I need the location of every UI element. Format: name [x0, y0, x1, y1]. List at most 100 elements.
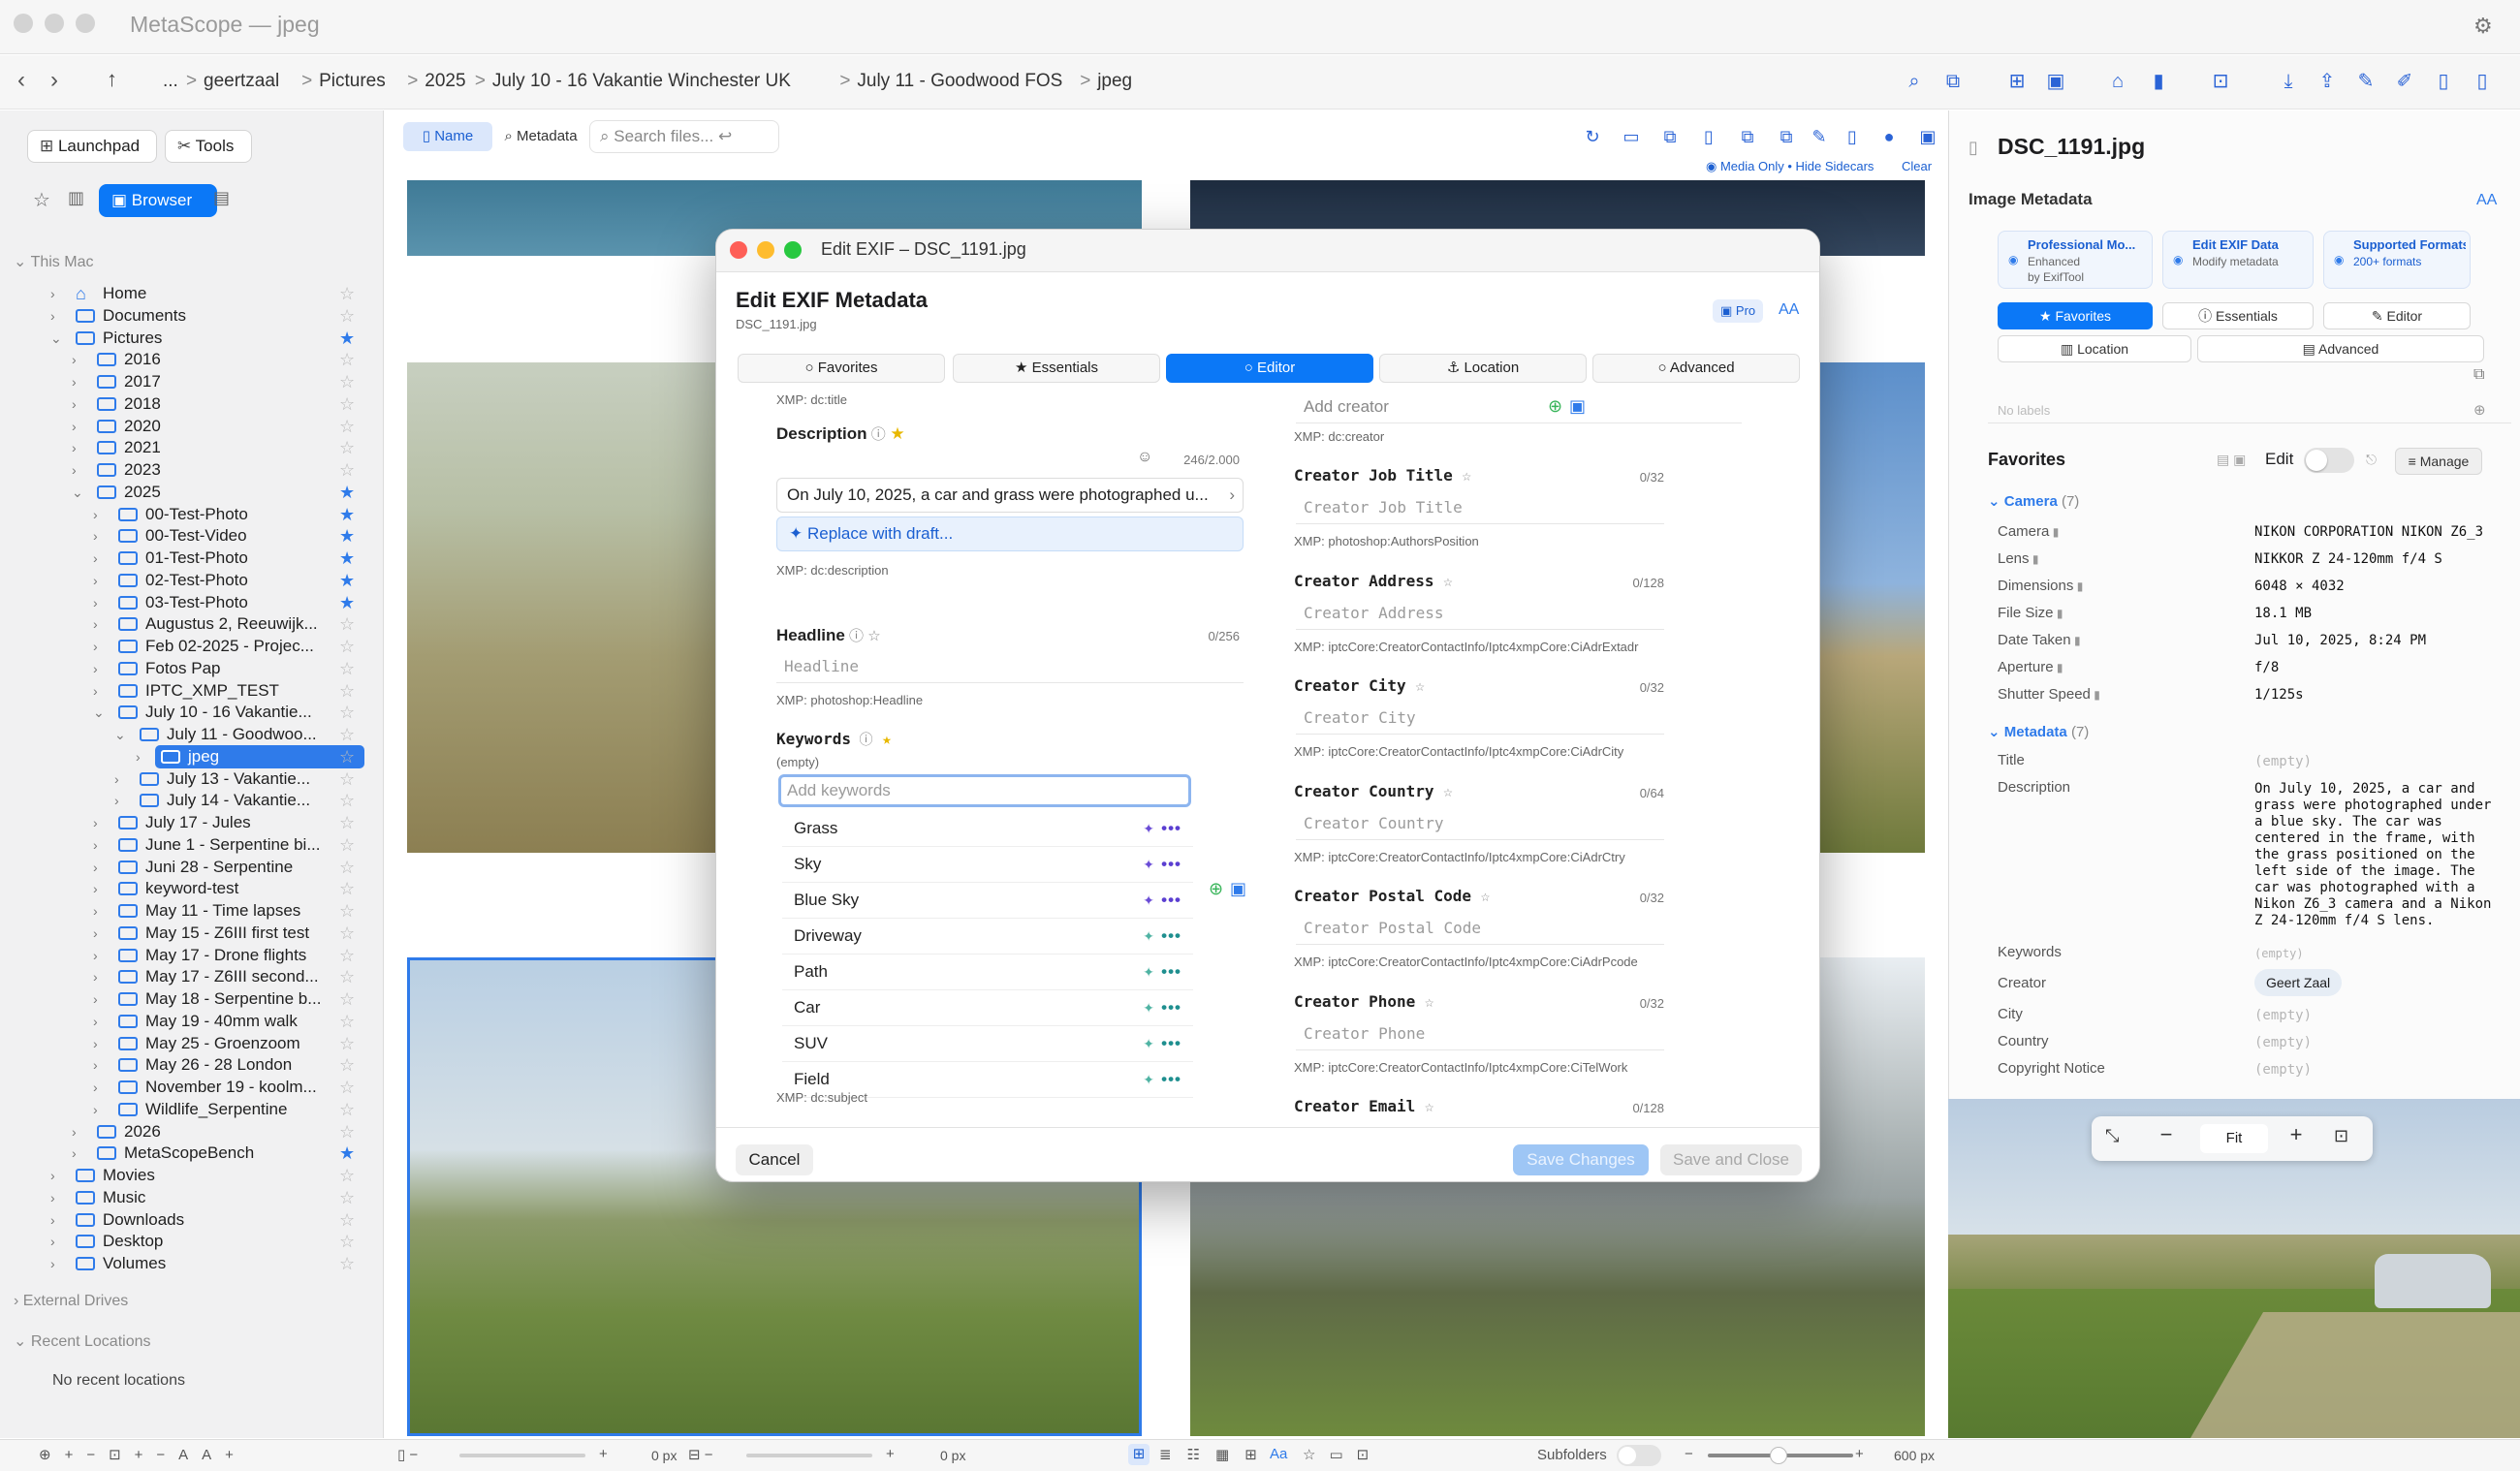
sidebar-item[interactable]: ⌄ July 10 - 16 Vakantie... ☆: [0, 702, 380, 723]
close-window-button[interactable]: [14, 14, 33, 33]
favorite-star-icon[interactable]: ☆: [339, 988, 355, 1010]
export-icon[interactable]: ⊡: [2208, 69, 2233, 94]
dialog-tab-location[interactable]: ⚓ Location: [1379, 354, 1587, 383]
chevron-right-icon[interactable]: ›: [72, 349, 77, 370]
fit-button[interactable]: Fit: [2200, 1124, 2268, 1153]
inspector-tab-editor[interactable]: ✎ Editor: [2323, 302, 2471, 329]
breadcrumb-item[interactable]: jpeg: [1097, 71, 1132, 92]
copy-icon[interactable]: ⧉: [1657, 124, 1683, 149]
favorite-star-icon[interactable]: ★: [339, 482, 355, 503]
zoom-out-icon[interactable]: −: [1685, 1446, 1693, 1462]
chevron-right-icon[interactable]: ›: [93, 834, 98, 856]
favorite-star-icon[interactable]: ★: [339, 1142, 355, 1164]
chevron-right-icon[interactable]: ›: [93, 525, 98, 547]
sidebar-item[interactable]: › 01-Test-Photo ★: [0, 548, 380, 569]
favorite-star-icon[interactable]: ☆: [339, 1011, 355, 1032]
favorite-star-icon[interactable]: ☆: [339, 812, 355, 833]
favorite-star-icon[interactable]: ☆: [339, 1054, 355, 1076]
description-field[interactable]: On July 10, 2025, a car and grass were p…: [776, 478, 1244, 513]
dialog-scroll-area[interactable]: XMP: dc:title Description ⓘ ★ ☺ 246/2.000 On…: [716, 389, 1819, 1125]
favorite-star-icon[interactable]: ☆: [339, 923, 355, 944]
chevron-right-icon[interactable]: ›: [50, 1209, 55, 1231]
view-mode-icons[interactable]: ≣☷▦⊞: [1159, 1446, 1273, 1463]
favorite-star-icon[interactable]: ☆: [339, 1165, 355, 1186]
chevron-down-icon[interactable]: ⌄: [114, 724, 126, 745]
keyword-suggestion[interactable]: Sky ✦ •••: [782, 847, 1193, 883]
chevron-right-icon[interactable]: ›: [50, 1165, 55, 1186]
sidebar-item[interactable]: › Augustus 2, Reeuwijk... ☆: [0, 613, 380, 635]
sidebar-item[interactable]: › May 11 - Time lapses ☆: [0, 900, 380, 922]
duplicate-icon[interactable]: ⧉: [1940, 69, 1966, 94]
sidebar-item[interactable]: › MetaScopeBench ★: [0, 1142, 380, 1164]
sort-name-button[interactable]: ▯ Name: [403, 122, 492, 151]
list-icon[interactable]: ▤ ▣: [2217, 452, 2246, 468]
font-icon[interactable]: Aa: [1270, 1446, 1287, 1462]
layout-icon[interactable]: ▣: [1915, 124, 1940, 149]
sidebar-item[interactable]: › Feb 02-2025 - Projec... ☆: [0, 636, 380, 657]
favorite-star-icon[interactable]: ☆: [339, 283, 355, 304]
keyword-suggestion[interactable]: Car ✦ •••: [782, 990, 1193, 1026]
chevron-right-icon[interactable]: ›: [72, 1142, 77, 1164]
chevron-right-icon[interactable]: ›: [93, 680, 98, 702]
more-icon[interactable]: •••: [1161, 847, 1181, 882]
chevron-right-icon[interactable]: ›: [93, 988, 98, 1010]
favorite-star-icon[interactable]: ★: [339, 328, 355, 349]
favorite-star-icon[interactable]: ☆: [339, 1253, 355, 1274]
sidebar-item[interactable]: › Juni 28 - Serpentine ☆: [0, 857, 380, 878]
favorite-star-icon[interactable]: ☆: [339, 1099, 355, 1120]
sidebar-item[interactable]: › Downloads ☆: [0, 1209, 380, 1231]
sidebar-item[interactable]: › 2016 ☆: [0, 349, 380, 370]
subfolders-toggle[interactable]: [1617, 1445, 1661, 1466]
add-icon[interactable]: ⊕: [1209, 879, 1223, 899]
chevron-right-icon[interactable]: ›: [93, 945, 98, 966]
sidebar-item[interactable]: › Desktop ☆: [0, 1231, 380, 1252]
favorite-star-icon[interactable]: ★: [339, 592, 355, 613]
more-icon[interactable]: •••: [1161, 990, 1181, 1025]
chevron-right-icon[interactable]: ›: [93, 1011, 98, 1032]
dialog-tab-favorites[interactable]: ○ Favorites: [738, 354, 945, 383]
feature-card[interactable]: ◉ Professional Mo... Enhanced by ExifTool: [1998, 231, 2153, 289]
gear-icon[interactable]: ⚙: [2473, 14, 2493, 39]
keyword-suggestion[interactable]: Blue Sky ✦ •••: [782, 883, 1193, 919]
save-changes-button[interactable]: Save Changes: [1513, 1144, 1649, 1175]
spacing-slider[interactable]: [746, 1454, 872, 1457]
smile-icon[interactable]: ☺: [1137, 449, 1152, 466]
launchpad-button[interactable]: ⊞ Launchpad: [27, 130, 157, 163]
chevron-right-icon[interactable]: ›: [93, 504, 98, 525]
favorite-star-icon[interactable]: ☆: [339, 724, 355, 745]
chevron-right-icon[interactable]: ›: [136, 746, 141, 767]
minimize-window-button[interactable]: [45, 14, 64, 33]
camera-group-toggle[interactable]: ⌄ Camera (7): [1988, 492, 2079, 510]
manage-button[interactable]: ≡ Manage: [2395, 448, 2482, 475]
zoom-window-button[interactable]: [76, 14, 95, 33]
star-icon[interactable]: ☆: [1415, 992, 1434, 1011]
favorite-star-icon[interactable]: ★: [339, 525, 355, 547]
more-icon[interactable]: •••: [1161, 1026, 1181, 1061]
edit-icon[interactable]: ✐: [2392, 69, 2417, 94]
description-value[interactable]: On July 10, 2025, a car and grass were p…: [2254, 781, 2516, 929]
favorite-star-icon[interactable]: ☆: [339, 305, 355, 327]
pencil-icon[interactable]: ✎: [1807, 124, 1832, 149]
favorite-star-icon[interactable]: ☆: [339, 658, 355, 679]
edit-toggle[interactable]: [2304, 448, 2354, 473]
metadata-group-toggle[interactable]: ⌄ Metadata (7): [1988, 723, 2089, 740]
inspector-tab-location[interactable]: ▥ Location: [1998, 335, 2191, 362]
keyword-suggestion[interactable]: Driveway ✦ •••: [782, 919, 1193, 955]
sidebar-item[interactable]: › 2017 ☆: [0, 371, 380, 392]
sidebar-item[interactable]: › June 1 - Serpentine bi... ☆: [0, 834, 380, 856]
sidebar-item[interactable]: › May 17 - Drone flights ☆: [0, 945, 380, 966]
zoom-icon[interactable]: ⌕: [1902, 69, 1927, 94]
more-icon[interactable]: •••: [1161, 955, 1181, 989]
chevron-right-icon[interactable]: ›: [93, 570, 98, 591]
favorite-star-icon[interactable]: ☆: [339, 1209, 355, 1231]
chevron-down-icon[interactable]: ⌄: [50, 328, 62, 349]
favorite-star-icon[interactable]: ★: [339, 570, 355, 591]
breadcrumb-item[interactable]: July 11 - Goodwood FOS: [857, 71, 1062, 92]
sidebar-item[interactable]: › 2021 ☆: [0, 437, 380, 458]
increase-icon[interactable]: +: [886, 1446, 895, 1462]
favorite-star-icon[interactable]: ☆: [339, 680, 355, 702]
breadcrumb-ellipsis[interactable]: ...: [163, 71, 178, 92]
favorite-star-icon[interactable]: ☆: [339, 768, 355, 790]
chevron-right-icon[interactable]: ›: [93, 1099, 98, 1120]
sidebar-item[interactable]: ⌄ 2025 ★: [0, 482, 380, 503]
